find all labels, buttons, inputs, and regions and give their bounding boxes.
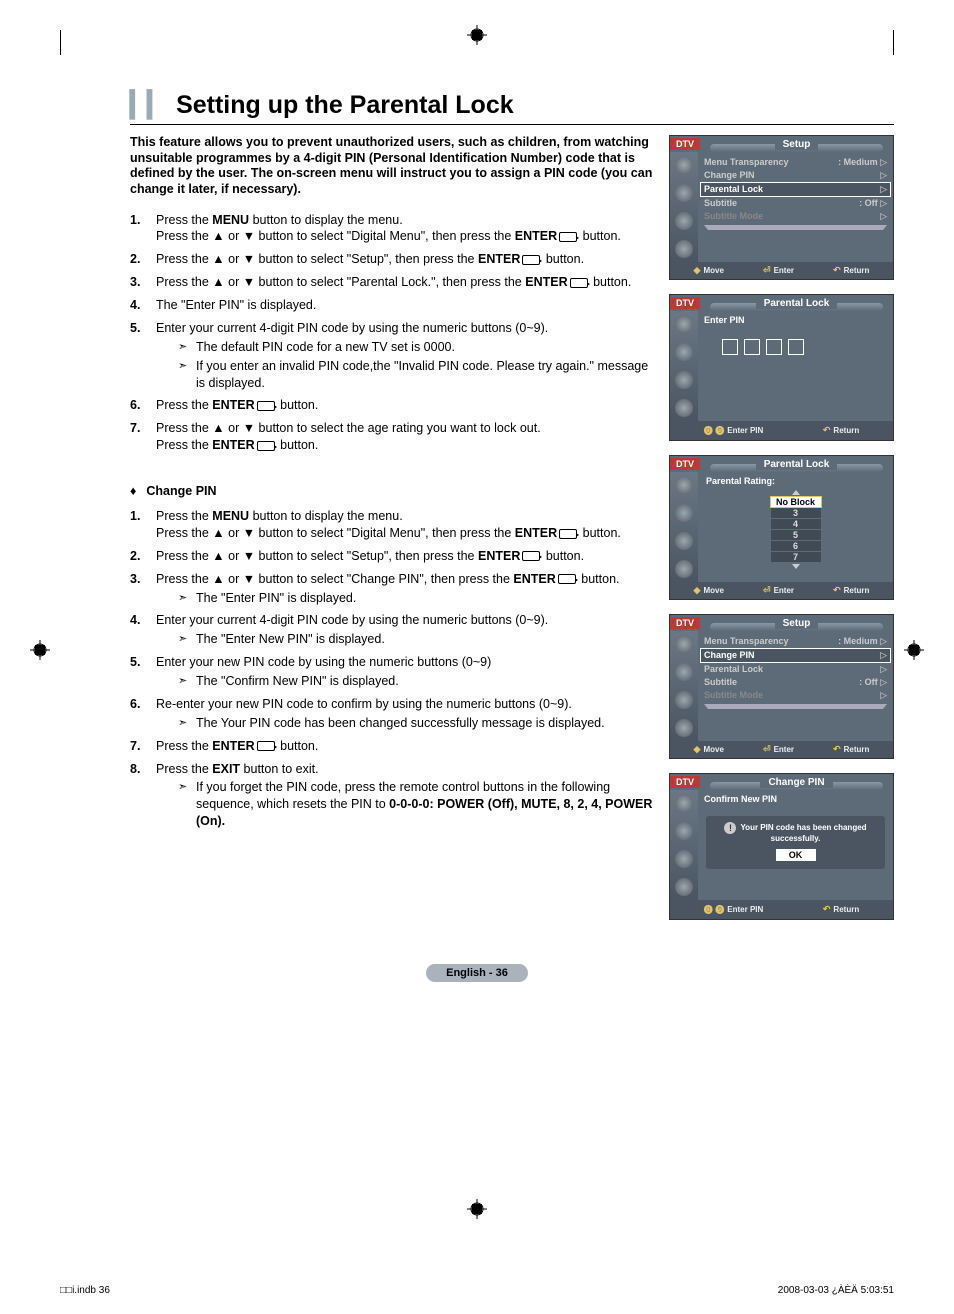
instruction-column: This feature allows you to prevent unaut…: [130, 135, 669, 934]
page-title: Setting up the Parental Lock: [176, 91, 514, 119]
rating-item: 4: [771, 519, 821, 529]
rating-item: 5: [771, 530, 821, 540]
enter-button-icon: [570, 278, 588, 288]
step-item: 1.Press the MENU button to display the m…: [130, 212, 657, 246]
step-note: ➣The Your PIN code has been changed succ…: [178, 715, 657, 732]
print-metadata: □□i.indb 36 2008-03-03 ¿ÀÈÄ 5:03:51: [60, 1285, 894, 1296]
step-item: 1.Press the MENU button to display the m…: [130, 508, 657, 542]
enter-button-icon: [558, 574, 576, 584]
step-item: 3.Press the ▲ or ▼ button to select "Cha…: [130, 571, 657, 607]
registration-mark-icon: [904, 640, 924, 660]
step-item: 2.Press the ▲ or ▼ button to select "Set…: [130, 251, 657, 268]
registration-mark-icon: [467, 1199, 487, 1219]
registration-mark-icon: [30, 640, 50, 660]
step-item: 5.Enter your current 4-digit PIN code by…: [130, 320, 657, 392]
osd-menu-item: Subtitle: Off ▷: [704, 676, 887, 689]
step-item: 2.Press the ▲ or ▼ button to select "Set…: [130, 548, 657, 565]
osd-menu-item: Subtitle Mode ▷: [704, 210, 887, 223]
step-note: ➣The "Enter New PIN" is displayed.: [178, 631, 657, 648]
step-item: 6.Re-enter your new PIN code to confirm …: [130, 696, 657, 732]
enter-button-icon: [522, 255, 540, 265]
step-item: 5.Enter your new PIN code by using the n…: [130, 654, 657, 690]
osd-enter-pin: DTVParental Lock Enter PIN ⓿ ➒Enter PIN …: [669, 294, 894, 441]
osd-menu-item: Menu Transparency: Medium ▷: [704, 635, 887, 648]
step-item: 6.Press the ENTER button.: [130, 397, 657, 414]
rating-item: 6: [771, 541, 821, 551]
osd-menu-item: Change PIN ▷: [701, 649, 890, 662]
enter-button-icon: [559, 232, 577, 242]
step-note: ➣The "Confirm New PIN" is displayed.: [178, 673, 657, 690]
osd-menu-item: Parental Lock ▷: [701, 183, 890, 196]
step-note: ➣If you enter an invalid PIN code,the "I…: [178, 358, 657, 392]
rating-item: 7: [771, 552, 821, 562]
osd-menu-item: Change PIN ▷: [704, 169, 887, 182]
osd-menu-item: Subtitle Mode ▷: [704, 689, 887, 702]
rating-item: 3: [771, 508, 821, 518]
osd-setup-changepin: DTVSetup Menu Transparency: Medium ▷Chan…: [669, 614, 894, 759]
page-number: English - 36: [60, 964, 894, 982]
enter-button-icon: [522, 551, 540, 561]
step-item: 8.Press the EXIT button to exit.➣If you …: [130, 761, 657, 831]
osd-preview-column: DTVSetup Menu Transparency: Medium ▷Chan…: [669, 135, 894, 934]
step-note: ➣The "Enter PIN" is displayed.: [178, 590, 657, 607]
osd-menu-item: Menu Transparency: Medium ▷: [704, 156, 887, 169]
heading-decor-icon: ▎▎: [130, 91, 164, 119]
enter-button-icon: [257, 401, 275, 411]
osd-menu-item: Subtitle: Off ▷: [704, 197, 887, 210]
subsection-title: ♦Change PIN: [130, 484, 657, 498]
step-item: 3.Press the ▲ or ▼ button to select "Par…: [130, 274, 657, 291]
osd-menu-item: Parental Lock ▷: [704, 663, 887, 676]
intro-text: This feature allows you to prevent unaut…: [130, 135, 657, 198]
osd-parental-rating: DTVParental Lock Parental Rating: No Blo…: [669, 455, 894, 600]
rating-item: No Block: [771, 497, 821, 507]
step-item: 4.The "Enter PIN" is displayed.: [130, 297, 657, 314]
step-item: 7.Press the ▲ or ▼ button to select the …: [130, 420, 657, 454]
enter-button-icon: [257, 741, 275, 751]
step-item: 4.Enter your current 4-digit PIN code by…: [130, 612, 657, 648]
enter-button-icon: [257, 441, 275, 451]
enter-button-icon: [559, 529, 577, 539]
step-note: ➣If you forget the PIN code, press the r…: [178, 779, 657, 830]
osd-confirm-pin: DTVChange PIN Confirm New PIN !Your PIN …: [669, 773, 894, 920]
step-note: ➣The default PIN code for a new TV set i…: [178, 339, 657, 356]
step-item: 7.Press the ENTER button.: [130, 738, 657, 755]
osd-setup-parental: DTVSetup Menu Transparency: Medium ▷Chan…: [669, 135, 894, 280]
